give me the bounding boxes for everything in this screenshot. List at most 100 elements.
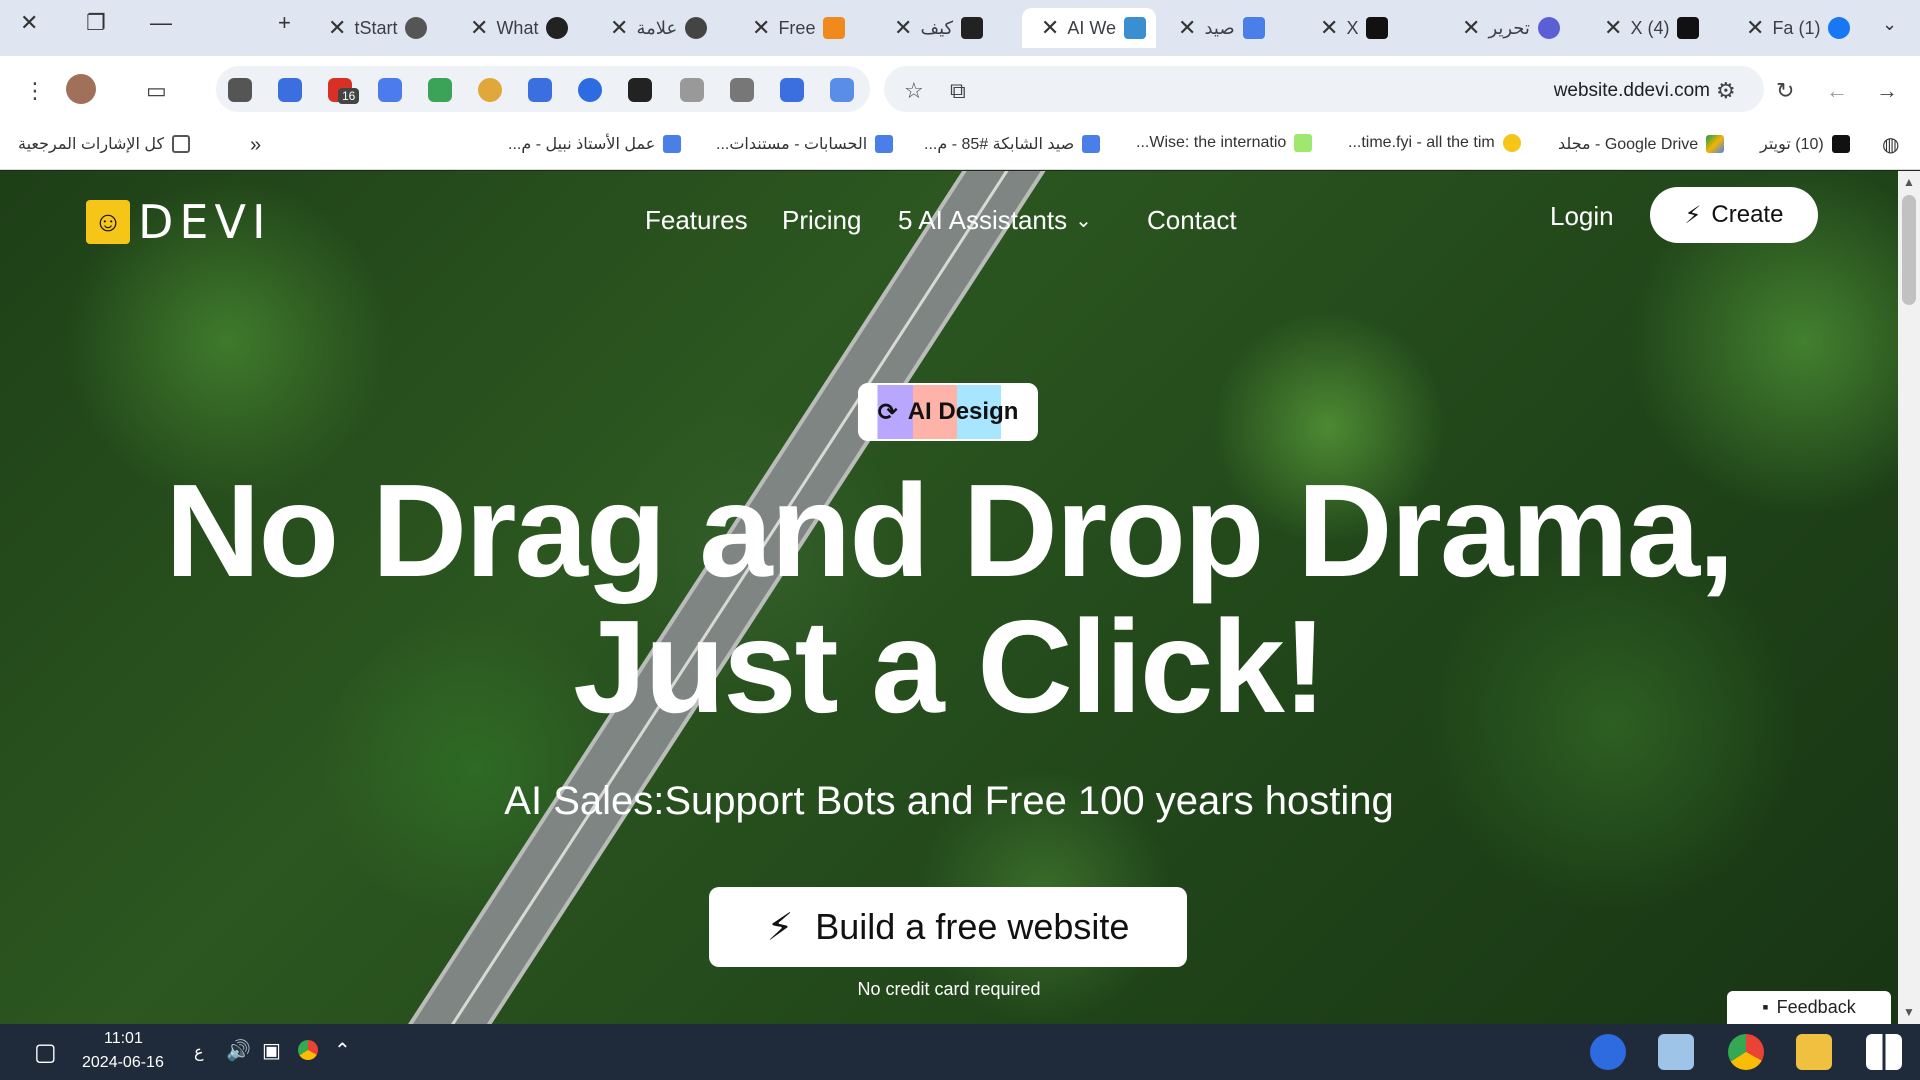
- wise-icon: [1294, 134, 1313, 152]
- eyedropper-extension-icon[interactable]: [628, 78, 652, 102]
- tab-free[interactable]: Free ✕: [742, 8, 855, 48]
- shield-extension-icon[interactable]: [378, 78, 402, 102]
- tab-close-icon[interactable]: ✕: [328, 15, 346, 41]
- install-app-icon[interactable]: ⧉: [950, 78, 966, 104]
- ai-design-badge: ⟳ AI Design: [858, 383, 1038, 441]
- feedback-button[interactable]: ▪ Feedback: [1727, 991, 1891, 1024]
- tab-facebook[interactable]: (1) Fa ✕: [1736, 8, 1860, 48]
- tab-search-chevron-icon[interactable]: ⌄: [1882, 14, 1897, 35]
- nav-contact[interactable]: Contact: [1147, 205, 1237, 236]
- tab-close-icon[interactable]: ✕: [752, 15, 770, 41]
- chrome-app-icon[interactable]: [1728, 1034, 1764, 1070]
- tab-tahrir[interactable]: تحرير ✕: [1452, 8, 1570, 48]
- input-language[interactable]: ع: [194, 1042, 204, 1062]
- close-window-icon[interactable]: ✕: [20, 10, 38, 36]
- globe-extension-icon[interactable]: [478, 78, 502, 102]
- tab-close-icon[interactable]: ✕: [610, 15, 628, 41]
- tab-kayf[interactable]: كيف ✕: [884, 8, 993, 48]
- login-link[interactable]: Login: [1550, 201, 1614, 232]
- trash-extension-icon[interactable]: [730, 78, 754, 102]
- amazon-icon: [823, 17, 846, 39]
- bookmark-google-drive[interactable]: Google Drive - مجلد: [1558, 134, 1725, 154]
- translate-page-extension-icon[interactable]: [830, 78, 854, 102]
- tab-close-icon[interactable]: ✕: [1178, 15, 1196, 41]
- tab-sayd[interactable]: صيد ✕: [1168, 8, 1275, 48]
- windows-taskbar: ▢ 11:01 2024-06-16 ع 🔊 ▣ ⌃: [0, 1024, 1920, 1080]
- tab-close-icon[interactable]: ✕: [1746, 15, 1764, 41]
- bookmark-nabil-work[interactable]: عمل الأستاذ نبيل - م...: [508, 134, 682, 154]
- bookmarks-overflow-icon[interactable]: «: [250, 134, 261, 157]
- wordpress-icon: [1537, 17, 1560, 39]
- bookmark-wise[interactable]: Wise: the internatio...: [1136, 134, 1313, 152]
- new-tab-icon[interactable]: +: [278, 10, 291, 36]
- scroll-up-arrow-icon[interactable]: ▲: [1903, 175, 1915, 189]
- bookmark-twitter[interactable]: (10) تويتر: [1760, 134, 1850, 154]
- nav-features[interactable]: Features: [645, 205, 748, 236]
- scrollbar-thumb[interactable]: [1902, 195, 1916, 305]
- docs-icon: [875, 135, 894, 153]
- back-arrow-icon[interactable]: ←: [1826, 78, 1848, 104]
- extension-list-icon[interactable]: [278, 78, 302, 102]
- file-explorer-icon[interactable]: [1796, 1034, 1832, 1070]
- zoom-extension-icon[interactable]: [578, 78, 602, 102]
- camera-extension-icon[interactable]: [680, 78, 704, 102]
- tab-what[interactable]: What ✕: [460, 8, 578, 48]
- tab-x-4[interactable]: (4) X ✕: [1594, 8, 1709, 48]
- tab-close-icon[interactable]: ✕: [1320, 15, 1338, 41]
- translate-extension-icon[interactable]: [528, 78, 552, 102]
- bookmark-star-icon[interactable]: ☆: [904, 78, 924, 104]
- devi-logo[interactable]: ☺ DEVI: [86, 195, 272, 249]
- show-hidden-icons-icon[interactable]: ⌃: [334, 1038, 351, 1063]
- page-scrollbar[interactable]: ▲ ▼: [1898, 171, 1920, 1024]
- extensions-puzzle-icon[interactable]: [228, 78, 252, 102]
- notes-extension-icon[interactable]: [780, 78, 804, 102]
- chrome-tray-icon[interactable]: [298, 1040, 318, 1060]
- bookmark-all-bookmarks[interactable]: كل الإشارات المرجعية: [18, 134, 191, 154]
- tab-close-icon[interactable]: ✕: [1462, 15, 1480, 41]
- volume-icon[interactable]: 🔊: [226, 1038, 251, 1063]
- globe-icon[interactable]: ◍: [1882, 132, 1899, 157]
- tab-close-icon[interactable]: ✕: [470, 15, 488, 41]
- refresh-icon: ⟳: [877, 398, 898, 426]
- network-icon[interactable]: ▣: [262, 1038, 281, 1063]
- chat-bubble-icon: ▪: [1762, 997, 1769, 1017]
- lightning-icon: ⚡: [1684, 201, 1702, 229]
- minimize-window-icon[interactable]: —: [150, 10, 172, 36]
- site-settings-icon[interactable]: ⚙: [1716, 78, 1736, 104]
- nav-pricing[interactable]: Pricing: [782, 205, 861, 236]
- tab-tstart[interactable]: tStart ✕: [318, 8, 437, 48]
- tab-alama[interactable]: علامة ✕: [600, 8, 717, 48]
- clock-date[interactable]: 2024-06-16: [82, 1054, 164, 1072]
- bookmark-sayd-85[interactable]: صيد الشابكة #85 - م...: [924, 134, 1101, 154]
- tab-close-icon[interactable]: ✕: [894, 15, 912, 41]
- scroll-down-arrow-icon[interactable]: ▼: [1903, 1005, 1915, 1019]
- tab-ai-website-active[interactable]: AI We ✕: [1022, 8, 1156, 48]
- create-button[interactable]: ⚡ Create: [1650, 187, 1818, 243]
- bookmark-accounts-docs[interactable]: الحسابات - مستندات...: [716, 134, 894, 154]
- notifications-icon[interactable]: ▢: [34, 1038, 57, 1067]
- url-text[interactable]: website.ddevi.com: [1554, 80, 1710, 102]
- nav-ai-assistants[interactable]: 5 AI Assistants ⌄: [898, 205, 1092, 236]
- hero-subtitle: AI Sales:Support Bots and Free 100 years…: [504, 779, 1394, 823]
- tab-x[interactable]: X ✕: [1310, 8, 1398, 48]
- windows-start-icon[interactable]: [1866, 1034, 1902, 1070]
- build-free-website-button[interactable]: ⚡ Build a free website: [709, 887, 1187, 967]
- tab-close-icon[interactable]: ✕: [1604, 15, 1622, 41]
- reading-list-icon[interactable]: ▭: [146, 78, 167, 104]
- zoom-app-icon[interactable]: [1590, 1034, 1626, 1070]
- bookmark-time-fyi[interactable]: time.fyi - all the tim...: [1348, 134, 1521, 152]
- forward-arrow-icon[interactable]: →: [1876, 78, 1898, 104]
- clock-time[interactable]: 11:01: [104, 1030, 143, 1048]
- docs-icon: [1242, 17, 1265, 39]
- reload-icon[interactable]: ↻: [1776, 78, 1794, 104]
- x-icon: [1831, 135, 1850, 153]
- folder-icon: [172, 135, 191, 153]
- restore-window-icon[interactable]: ❐: [86, 10, 106, 36]
- profile-avatar[interactable]: [66, 74, 96, 104]
- menu-dots-icon[interactable]: ⋮: [24, 78, 46, 104]
- green-extension-icon[interactable]: [428, 78, 452, 102]
- tab-close-icon[interactable]: ✕: [1041, 15, 1059, 41]
- site-icon: [685, 17, 708, 39]
- notepad-app-icon[interactable]: [1658, 1034, 1694, 1070]
- web-page: ☺ DEVI Features Pricing 5 AI Assistants …: [0, 171, 1898, 1024]
